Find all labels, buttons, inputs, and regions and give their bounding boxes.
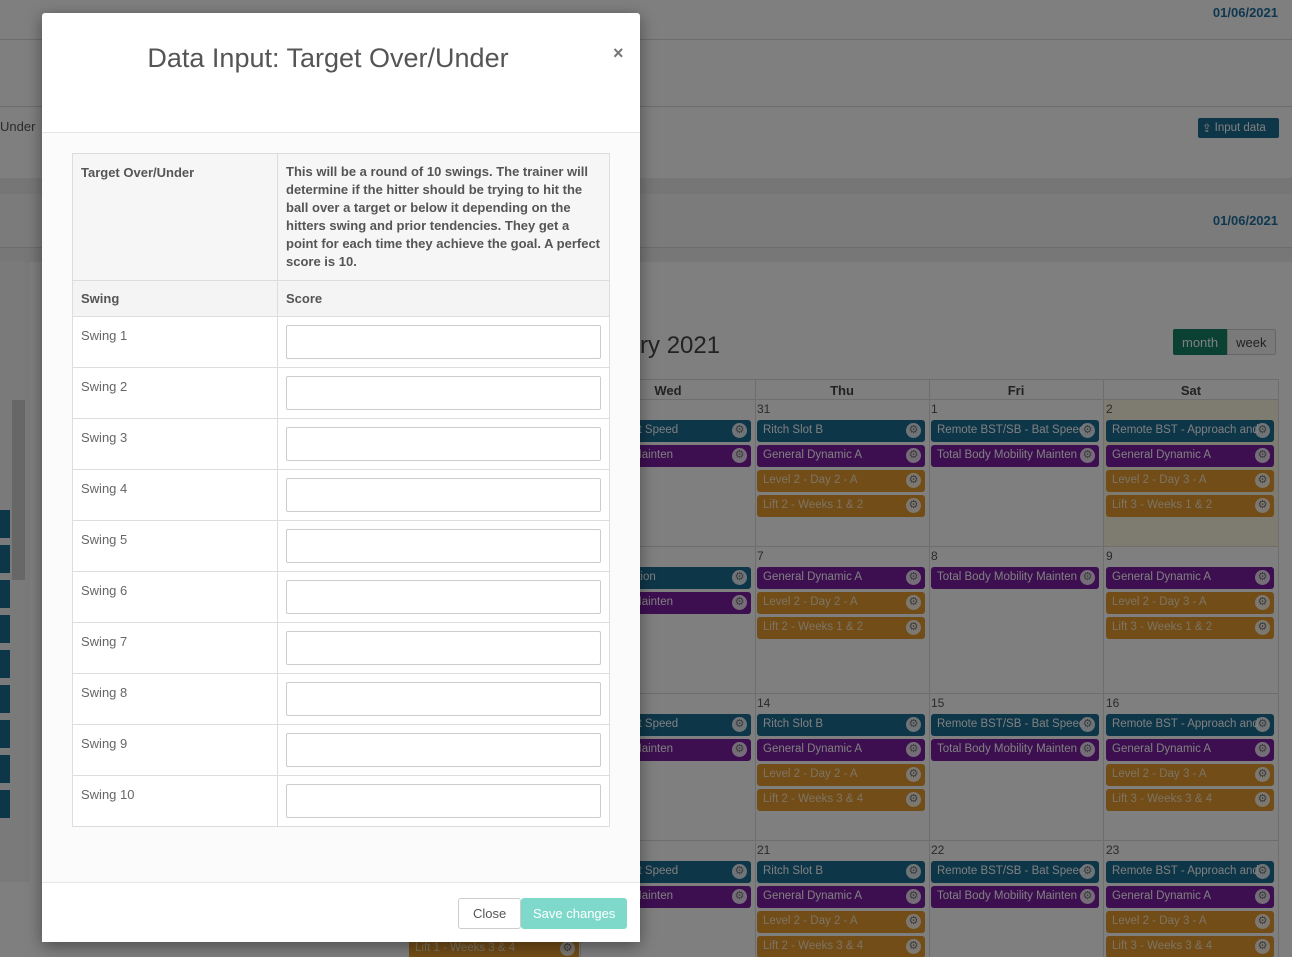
modal-title: Data Input: Target Over/Under: [147, 43, 509, 73]
score-input[interactable]: [286, 427, 601, 461]
close-icon[interactable]: ×: [613, 43, 624, 64]
swing-label: Swing 7: [72, 622, 278, 674]
score-input[interactable]: [286, 580, 601, 614]
table-row: Swing 4: [72, 469, 610, 521]
drill-name: Target Over/Under: [72, 153, 278, 281]
score-cell: [277, 418, 610, 470]
swing-label: Swing 1: [72, 316, 278, 368]
swing-label: Swing 6: [72, 571, 278, 623]
data-input-modal: Data Input: Target Over/Under × Target O…: [42, 13, 640, 942]
score-input[interactable]: [286, 784, 601, 818]
score-cell: [277, 469, 610, 521]
swing-label: Swing 5: [72, 520, 278, 572]
swing-label: Swing 4: [72, 469, 278, 521]
swing-label: Swing 8: [72, 673, 278, 725]
score-cell: [277, 724, 610, 776]
score-cell: [277, 622, 610, 674]
swing-rows: Swing 1 Swing 2 Swing 3 Swing 4 Swing 5 Swing…: [72, 316, 610, 827]
score-input[interactable]: [286, 733, 601, 767]
column-header-swing: Swing: [72, 280, 278, 317]
table-row: Swing 10: [72, 775, 610, 827]
table-row: Swing 5: [72, 520, 610, 572]
score-input[interactable]: [286, 376, 601, 410]
score-cell: [277, 673, 610, 725]
score-input[interactable]: [286, 478, 601, 512]
drill-description: This will be a round of 10 swings. The t…: [277, 153, 610, 281]
score-input[interactable]: [286, 325, 601, 359]
modal-footer: Close Save changes: [42, 882, 640, 942]
swing-label: Swing 3: [72, 418, 278, 470]
table-row: Swing 7: [72, 622, 610, 674]
table-row: Swing 9: [72, 724, 610, 776]
close-button[interactable]: Close: [458, 898, 522, 929]
table-header-row: Swing Score: [72, 280, 610, 317]
score-cell: [277, 775, 610, 827]
swing-label: Swing 9: [72, 724, 278, 776]
score-cell: [277, 367, 610, 419]
table-row: Swing 3: [72, 418, 610, 470]
modal-header: Data Input: Target Over/Under ×: [42, 13, 640, 133]
table-row: Swing 1: [72, 316, 610, 368]
table-row: Swing 8: [72, 673, 610, 725]
score-cell: [277, 520, 610, 572]
score-cell: [277, 571, 610, 623]
description-row: Target Over/Under This will be a round o…: [72, 153, 610, 281]
table-row: Swing 2: [72, 367, 610, 419]
column-header-score: Score: [277, 280, 610, 317]
table-row: Swing 6: [72, 571, 610, 623]
score-cell: [277, 316, 610, 368]
score-input[interactable]: [286, 631, 601, 665]
score-table: Target Over/Under This will be a round o…: [72, 153, 610, 827]
score-input[interactable]: [286, 529, 601, 563]
save-changes-button[interactable]: Save changes: [521, 898, 628, 929]
modal-body: Target Over/Under This will be a round o…: [42, 133, 640, 883]
score-input[interactable]: [286, 682, 601, 716]
swing-label: Swing 2: [72, 367, 278, 419]
swing-label: Swing 10: [72, 775, 278, 827]
